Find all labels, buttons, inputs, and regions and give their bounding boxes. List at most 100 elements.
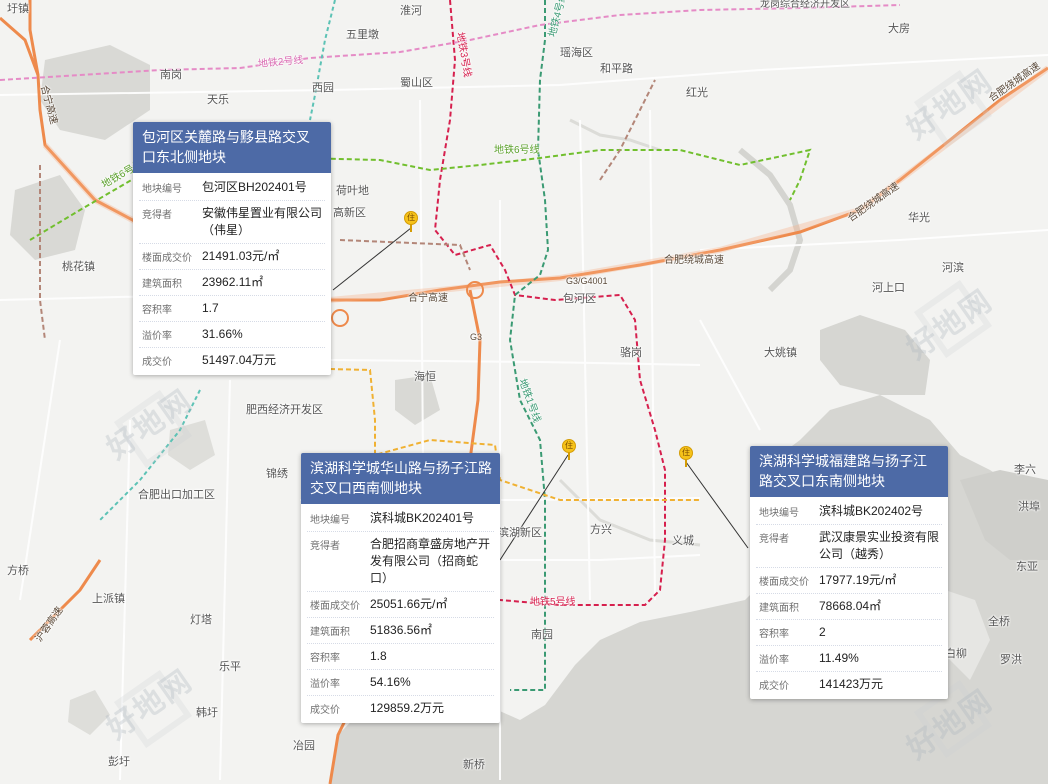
card-row: 成交价 141423万元	[756, 672, 942, 697]
card-row: 楼面成交价 21491.03元/㎡	[139, 244, 325, 270]
map-label: 圩镇	[7, 3, 29, 15]
card-value: 2	[819, 625, 826, 639]
card-row: 容积率 1.8	[307, 644, 494, 670]
map-label: 乐平	[219, 661, 241, 673]
card-value: 滨科城BK202402号	[819, 504, 924, 518]
card-row: 楼面成交价 25051.66元/㎡	[307, 592, 494, 618]
card-row: 容积率 2	[756, 620, 942, 646]
card-row: 溢价率 31.66%	[139, 322, 325, 348]
card-row: 溢价率 54.16%	[307, 670, 494, 696]
card-value: 51497.04万元	[202, 353, 277, 367]
map-label: 荷叶地	[336, 185, 369, 197]
card-key: 建筑面积	[759, 603, 799, 614]
card-value: 51836.56㎡	[370, 623, 433, 637]
card-key: 容积率	[759, 629, 789, 640]
card-title: 滨湖科学城华山路与扬子江路交叉口西南侧地块	[301, 453, 500, 504]
card-row: 建筑面积 23962.11㎡	[139, 270, 325, 296]
map-label: 大姚镇	[764, 347, 797, 359]
card-row: 地块编号 滨科城BK202401号	[307, 506, 494, 532]
land-info-card[interactable]: 滨湖科学城福建路与扬子江路交叉口东南侧地块 地块编号 滨科城BK202402号 竞…	[750, 446, 948, 699]
card-value: 11.49%	[819, 651, 859, 665]
map-label: 方桥	[7, 565, 29, 577]
card-row: 地块编号 包河区BH202401号	[139, 175, 325, 201]
card-value: 78668.04㎡	[819, 599, 882, 613]
card-key: 楼面成交价	[310, 601, 360, 612]
card-value: 1.8	[370, 649, 387, 663]
card-key: 建筑面积	[310, 627, 350, 638]
card-key: 成交价	[310, 705, 340, 716]
map-label: 李六	[1014, 464, 1036, 476]
card-key: 竞得者	[142, 210, 172, 221]
map-label: 骆岗	[620, 347, 642, 359]
map-label: 西园	[312, 82, 334, 94]
map-label: 南园	[531, 629, 553, 641]
map-label: 包河区	[563, 293, 596, 305]
map-label: 东亚	[1016, 561, 1038, 573]
card-key: 溢价率	[310, 679, 340, 690]
land-parcel-marker[interactable]: 住	[679, 446, 693, 467]
land-info-card[interactable]: 滨湖科学城华山路与扬子江路交叉口西南侧地块 地块编号 滨科城BK202401号 竞…	[301, 453, 500, 723]
card-value: 合肥招商章盛房地产开发有限公司（招商蛇口）	[370, 537, 491, 585]
map-label: 南岗	[160, 69, 182, 81]
map-label: 龙岗综合经济开发区	[760, 0, 850, 10]
card-value: 141423万元	[819, 677, 884, 691]
card-row: 成交价 51497.04万元	[139, 348, 325, 373]
map-label: 灯塔	[190, 614, 212, 626]
card-row: 建筑面积 78668.04㎡	[756, 594, 942, 620]
map-label: 洪埠	[1018, 501, 1040, 513]
card-key: 竞得者	[759, 534, 789, 545]
road-label: G3/G4001	[566, 276, 608, 286]
card-key: 容积率	[310, 653, 340, 664]
map-label: 海恒	[414, 371, 436, 383]
land-parcel-marker[interactable]: 住	[562, 439, 576, 460]
card-row: 溢价率 11.49%	[756, 646, 942, 672]
card-key: 成交价	[759, 681, 789, 692]
card-row: 竞得者 合肥招商章盛房地产开发有限公司（招商蛇口）	[307, 532, 494, 592]
card-key: 容积率	[142, 305, 172, 316]
map-label: 河滨	[942, 262, 964, 274]
map-label: 高新区	[333, 207, 366, 219]
card-row: 成交价 129859.2万元	[307, 696, 494, 721]
card-key: 地块编号	[310, 515, 350, 526]
card-row: 容积率 1.7	[139, 296, 325, 322]
metro-label: 地铁6号线	[494, 145, 540, 156]
card-title: 滨湖科学城福建路与扬子江路交叉口东南侧地块	[750, 446, 948, 497]
map-label: 五里墩	[346, 29, 379, 41]
card-value: 滨科城BK202401号	[370, 511, 475, 525]
card-value: 21491.03元/㎡	[202, 249, 280, 263]
card-value: 安徽伟星置业有限公司（伟星）	[202, 206, 323, 237]
map-label: 红光	[686, 87, 708, 99]
land-parcel-marker[interactable]: 住	[404, 211, 418, 232]
metro-label: 地铁5号线	[530, 597, 576, 608]
card-value: 包河区BH202401号	[202, 180, 307, 194]
card-value: 23962.11㎡	[202, 275, 264, 289]
card-key: 地块编号	[759, 508, 799, 519]
map-label: 全桥	[988, 616, 1010, 628]
card-key: 溢价率	[759, 655, 789, 666]
land-info-card[interactable]: 包河区关麓路与黟县路交叉口东北侧地块 地块编号 包河区BH202401号 竞得者 安…	[133, 122, 331, 375]
map-label: 罗洪	[1000, 654, 1022, 666]
card-key: 成交价	[142, 357, 172, 368]
card-key: 竞得者	[310, 541, 340, 552]
card-value: 17977.19元/㎡	[819, 573, 897, 587]
card-value: 129859.2万元	[370, 701, 445, 715]
card-title: 包河区关麓路与黟县路交叉口东北侧地块	[133, 122, 331, 173]
card-row: 楼面成交价 17977.19元/㎡	[756, 568, 942, 594]
card-key: 溢价率	[142, 331, 172, 342]
map-label: 淮河	[400, 5, 422, 17]
map-label: 方兴	[590, 524, 612, 536]
map-label: 华光	[908, 212, 930, 224]
map-label: 冶园	[293, 740, 315, 752]
card-row: 竞得者 武汉康景实业投资有限公司（越秀）	[756, 525, 942, 568]
map-label: 锦绣	[266, 468, 288, 480]
card-row: 地块编号 滨科城BK202402号	[756, 499, 942, 525]
map-label: 上派镇	[92, 593, 125, 605]
map-label: 蜀山区	[400, 77, 433, 89]
card-value: 31.66%	[202, 327, 243, 341]
card-row: 建筑面积 51836.56㎡	[307, 618, 494, 644]
map-label: 义城	[672, 535, 694, 547]
map-label: 瑶海区	[560, 47, 593, 59]
card-value: 1.7	[202, 301, 219, 315]
map-label: 和平路	[600, 63, 633, 75]
map-label: 肥西经济开发区	[246, 404, 323, 416]
